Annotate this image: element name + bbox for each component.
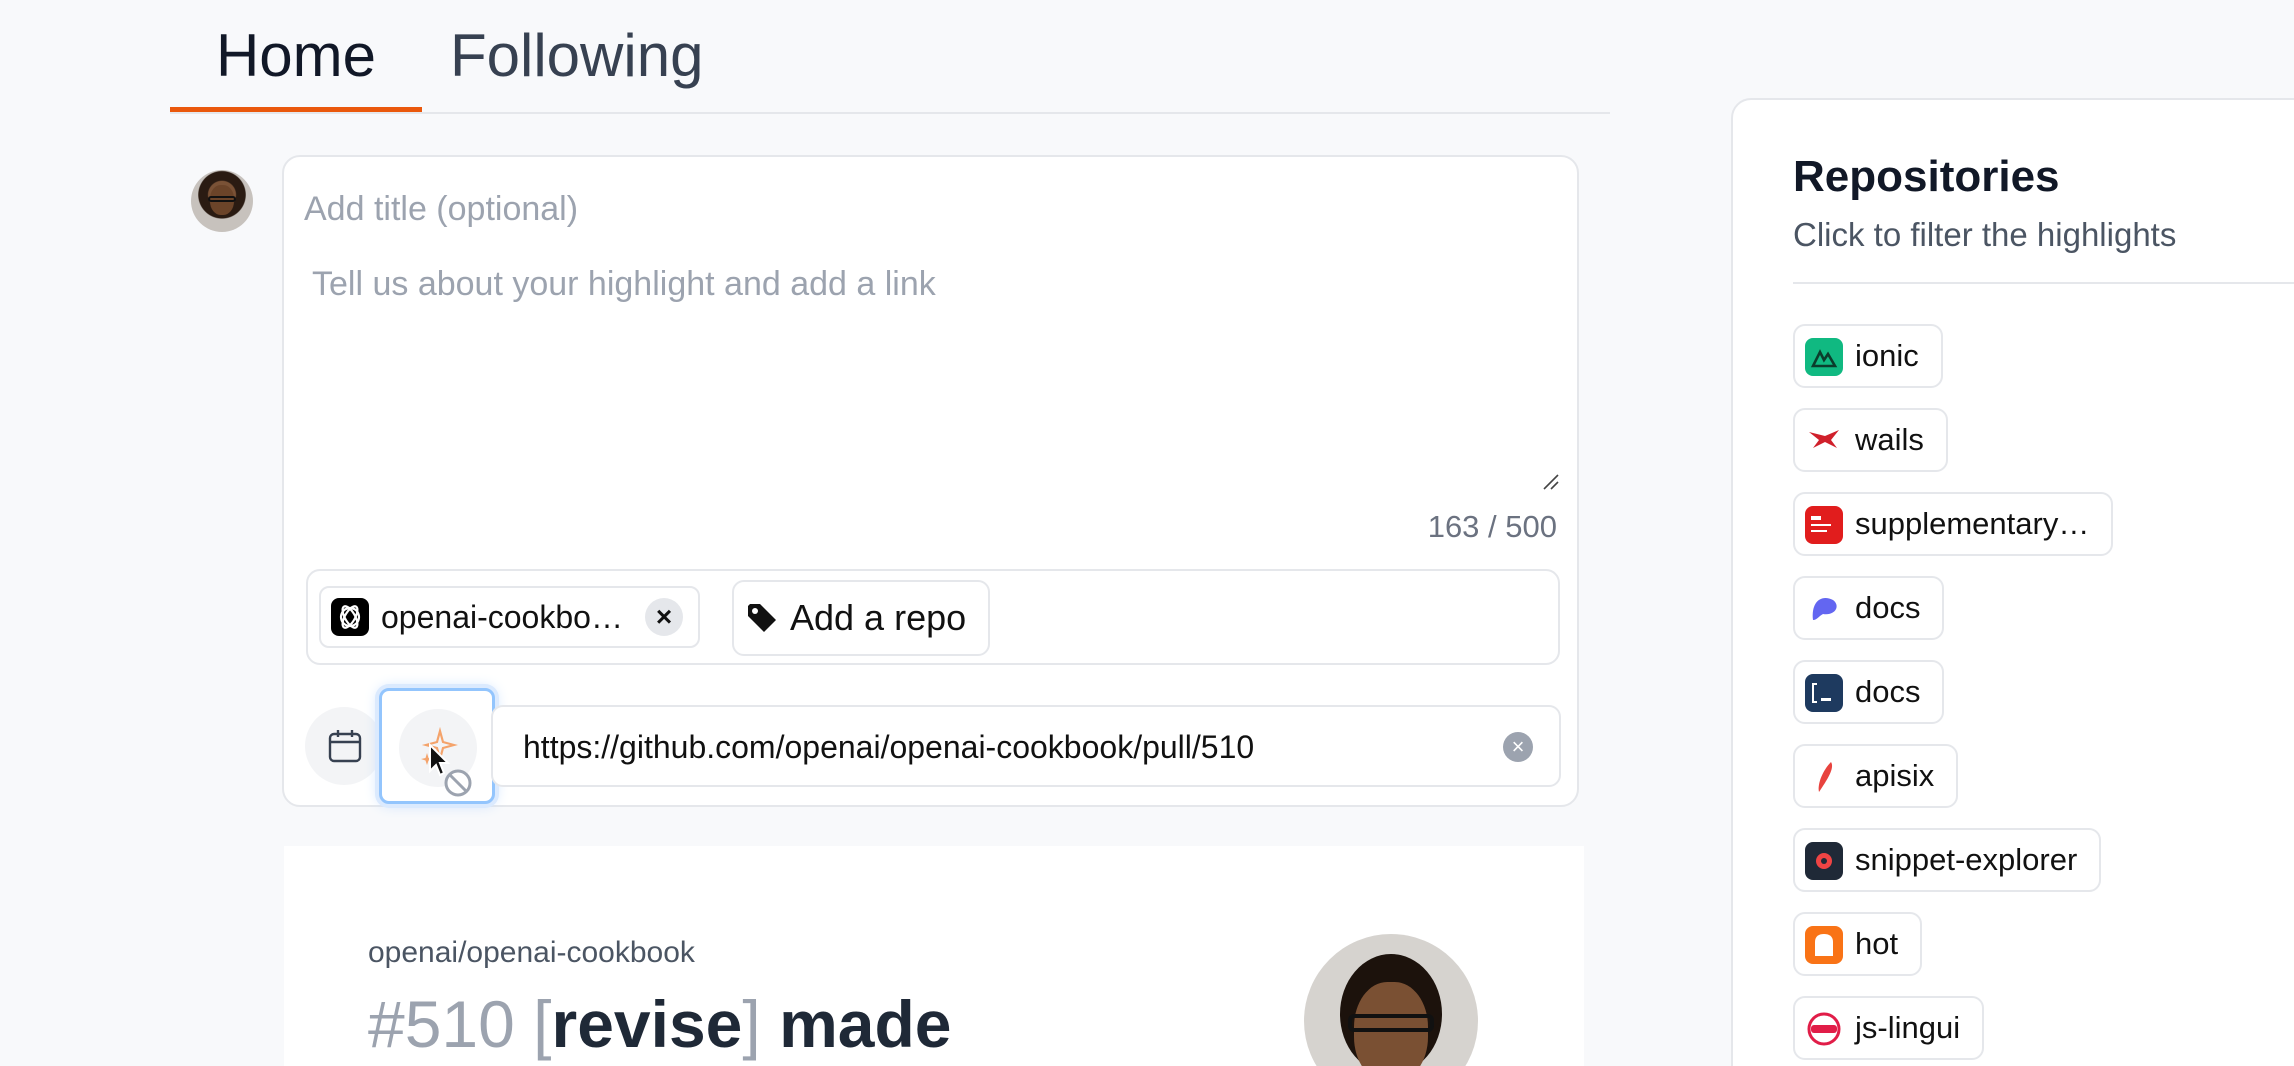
docs-logo-icon <box>1805 590 1843 628</box>
avatar-glasses <box>208 196 236 202</box>
preview-pr-title: #510 [revise] made <box>368 986 951 1062</box>
repo-filter-wails[interactable]: wails <box>1793 408 1948 472</box>
pr-tag-open: [ <box>533 987 552 1061</box>
repo-filter-label: js-lingui <box>1855 1010 1961 1045</box>
calendar-icon <box>328 730 362 763</box>
repo-filter-ionic[interactable]: ionic <box>1793 324 1943 388</box>
lingui-logo-icon <box>1805 1010 1843 1048</box>
sidebar-title: Repositories <box>1793 152 2060 201</box>
character-counter: 163 / 500 <box>1427 509 1557 544</box>
repo-filter-docs-2[interactable]: docs <box>1793 660 1945 724</box>
link-url-input[interactable] <box>523 721 1473 773</box>
repo-filter-label: snippet-explorer <box>1855 842 2078 877</box>
tab-following[interactable]: Following <box>450 0 703 112</box>
pr-tag: revise <box>551 987 743 1061</box>
repo-filter-docs-1[interactable]: docs <box>1793 576 1945 640</box>
snippet-explorer-logo-icon <box>1805 842 1843 880</box>
repo-filter-label: hot <box>1855 926 1899 961</box>
repo-filter-apisix[interactable]: apisix <box>1793 744 1959 808</box>
tag-icon <box>748 604 776 632</box>
feed-tabs: Home Following <box>170 0 1610 114</box>
repo-filter-hot[interactable]: hot <box>1793 912 1923 976</box>
hot-logo-icon <box>1805 926 1843 964</box>
selected-repo-name: openai-cookbo… <box>381 599 623 635</box>
clear-url-button[interactable]: × <box>1503 732 1533 762</box>
link-url-field: × <box>491 705 1561 787</box>
add-repo-button[interactable]: Add a repo <box>732 580 990 656</box>
repo-filter-label: apisix <box>1855 758 1935 793</box>
pr-title-rest: made <box>779 987 952 1061</box>
openai-logo-icon <box>331 598 369 636</box>
remove-repo-button[interactable]: × <box>645 598 683 636</box>
repo-filter-js-lingui[interactable]: js-lingui <box>1793 996 1985 1060</box>
resize-grip-icon[interactable] <box>1542 473 1560 491</box>
apisix-logo-icon <box>1805 758 1843 796</box>
pr-tag-close: ] <box>742 987 761 1061</box>
highlight-composer: 163 / 500 openai-cookbo… × Add a repo <box>282 155 1579 807</box>
user-avatar <box>191 170 253 232</box>
supplementary-logo-icon <box>1805 506 1843 544</box>
preview-repo-name: openai/openai-cookbook <box>368 936 695 969</box>
repositories-sidebar: Repositories Click to filter the highlig… <box>1731 98 2294 1066</box>
repo-filter-label: docs <box>1855 590 1921 625</box>
sidebar-subtitle: Click to filter the highlights <box>1793 216 2177 253</box>
author-glasses <box>1348 1014 1434 1032</box>
terminal-docs-logo-icon <box>1805 674 1843 712</box>
repo-filter-label: supplementary… <box>1855 506 2090 541</box>
wails-logo-icon <box>1805 422 1843 460</box>
add-repo-label: Add a repo <box>790 597 967 638</box>
title-input[interactable] <box>304 179 1544 239</box>
link-preview-card: openai/openai-cookbook #510 [revise] mad… <box>284 846 1584 1066</box>
tab-home[interactable]: Home <box>170 0 422 112</box>
not-allowed-cursor-icon <box>429 743 472 797</box>
repo-filter-supplementary[interactable]: supplementary… <box>1793 492 2114 556</box>
ionic-logo-icon <box>1805 338 1843 376</box>
repo-filter-label: docs <box>1855 674 1921 709</box>
selected-repo-chip: openai-cookbo… × <box>319 586 700 648</box>
date-picker-button[interactable] <box>305 707 383 785</box>
repo-selector: openai-cookbo… × Add a repo <box>306 569 1560 665</box>
pr-number: #510 <box>368 987 515 1061</box>
repo-filter-label: wails <box>1855 422 1924 457</box>
repo-filter-label: ionic <box>1855 338 1919 373</box>
pr-author-avatar <box>1304 934 1478 1066</box>
sidebar-divider <box>1793 282 2294 284</box>
repo-filter-snippet-explorer[interactable]: snippet-explorer <box>1793 828 2102 892</box>
